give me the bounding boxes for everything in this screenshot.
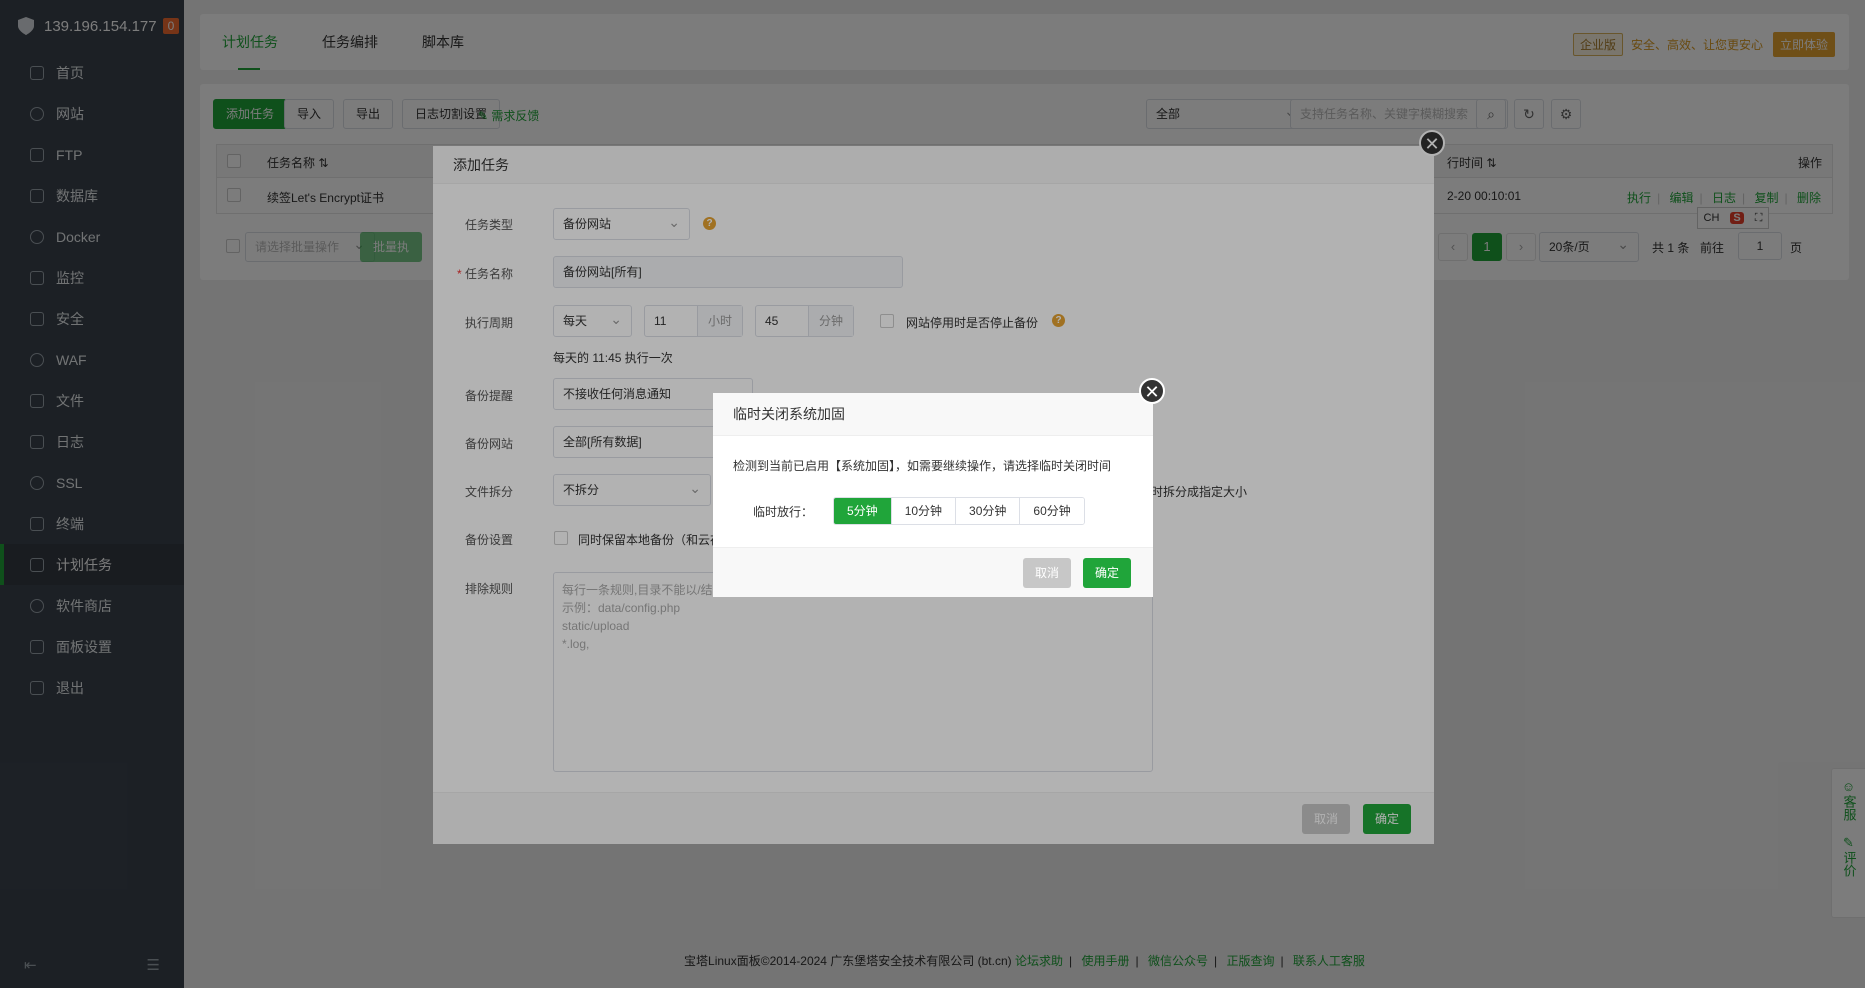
duration-10min-option[interactable]: 10分钟 xyxy=(891,498,957,524)
duration-selector: 5分钟 10分钟 30分钟 60分钟 xyxy=(833,497,1085,525)
close-icon[interactable]: ✕ xyxy=(1139,378,1165,404)
allow-label: 临时放行： xyxy=(753,505,814,519)
hardening-footer: 取消 确定 xyxy=(713,547,1153,597)
duration-5min-option[interactable]: 5分钟 xyxy=(834,498,892,524)
hardening-message: 检测到当前已启用【系统加固】，如需要继续操作，请选择临时关闭时间 xyxy=(733,459,1112,473)
hardening-dialog: 临时关闭系统加固 检测到当前已启用【系统加固】，如需要继续操作，请选择临时关闭时… xyxy=(713,393,1153,597)
hardening-title: 临时关闭系统加固 xyxy=(713,393,1153,436)
duration-30min-option[interactable]: 30分钟 xyxy=(956,498,1021,524)
cancel-button[interactable]: 取消 xyxy=(1023,558,1072,588)
duration-60min-option[interactable]: 60分钟 xyxy=(1020,498,1084,524)
confirm-button[interactable]: 确定 xyxy=(1083,558,1132,588)
